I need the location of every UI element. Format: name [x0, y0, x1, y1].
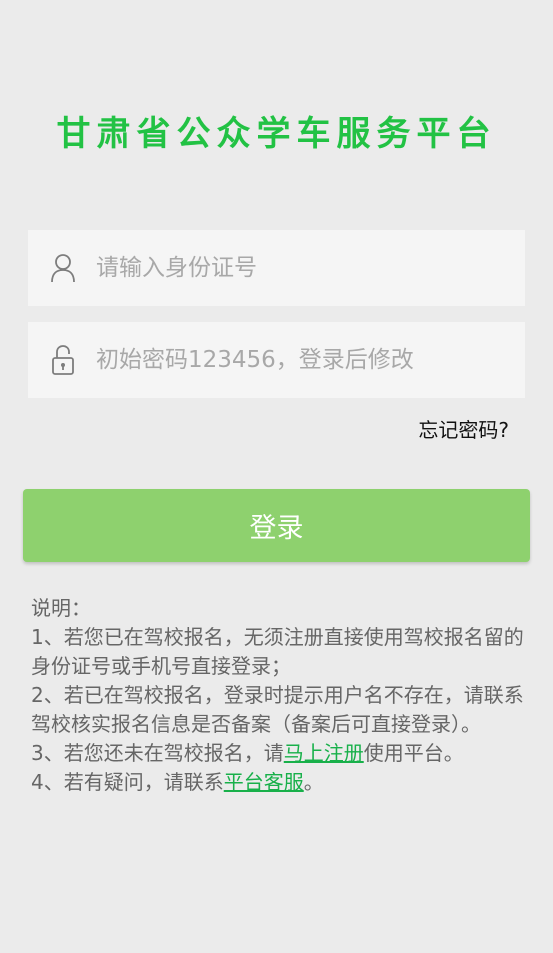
lock-icon [28, 322, 98, 398]
id-number-input[interactable] [96, 230, 525, 306]
instruction-line-4-prefix: 4、若有疑问，请联系 [31, 770, 224, 794]
instruction-line-3-suffix: 使用平台。 [363, 741, 464, 765]
instruction-line-3-prefix: 3、若您还未在驾校报名，请 [31, 741, 284, 765]
forgot-password-link[interactable]: 忘记密码? [418, 414, 509, 443]
id-number-field[interactable] [28, 230, 525, 306]
password-field[interactable] [28, 322, 525, 398]
instruction-line-1: 1、若您已在驾校报名，无须注册直接使用驾校报名留的身份证号或手机号直接登录； [31, 625, 524, 678]
instruction-line-4-suffix: 。 [303, 770, 324, 794]
register-now-link[interactable]: 马上注册 [284, 741, 364, 765]
login-button[interactable]: 登录 [23, 489, 530, 562]
user-icon [28, 230, 98, 306]
instruction-line-2: 2、若已在驾校报名，登录时提示用户名不存在，请联系驾校核实报名信息是否备案（备案… [31, 683, 524, 736]
page-title: 甘肃省公众学车服务平台 [56, 114, 497, 154]
password-input[interactable] [96, 322, 525, 398]
instructions-heading: 说明： [31, 596, 91, 620]
instructions: 说明： 1、若您已在驾校报名，无须注册直接使用驾校报名留的身份证号或手机号直接登… [31, 594, 531, 797]
instruction-line-3: 3、若您还未在驾校报名，请马上注册使用平台。 [31, 739, 531, 768]
customer-service-link[interactable]: 平台客服 [224, 770, 304, 794]
instruction-line-4: 4、若有疑问，请联系平台客服。 [31, 768, 531, 797]
